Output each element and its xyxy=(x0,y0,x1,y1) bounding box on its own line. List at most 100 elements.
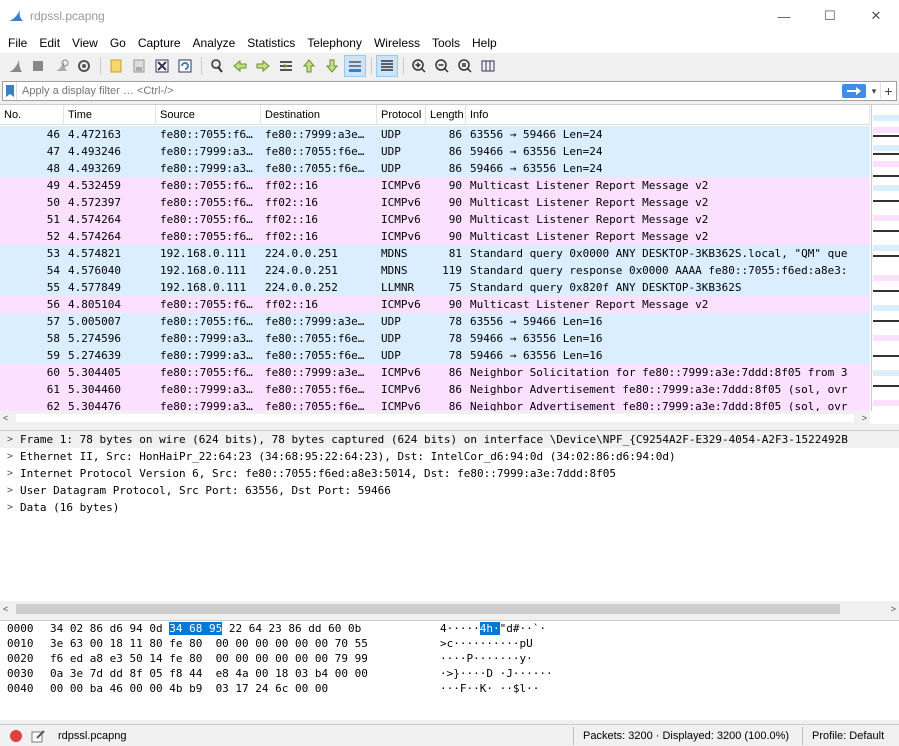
scroll-left-icon[interactable]: < xyxy=(3,604,8,614)
menu-analyze[interactable]: Analyze xyxy=(187,36,242,50)
status-profile[interactable]: Profile: Default xyxy=(808,730,884,742)
packet-row[interactable]: 51 4.574264 fe80::7055:f6… ff02::16 ICMPv6 90… xyxy=(0,211,870,228)
packet-cell-dst: 224.0.0.252 xyxy=(265,281,338,294)
packet-row[interactable]: 47 4.493246 fe80::7999:a3… fe80::7055:f6e… U… xyxy=(0,143,870,160)
column-info[interactable]: Info xyxy=(466,105,870,125)
byte-line[interactable]: 0000 34 02 86 d6 94 0d 34 68 95 22 64 23 … xyxy=(0,621,899,636)
packet-row[interactable]: 48 4.493269 fe80::7999:a3… fe80::7055:f6e… U… xyxy=(0,160,870,177)
save-file-icon[interactable] xyxy=(128,55,150,77)
packet-row[interactable]: 57 5.005007 fe80::7055:f6… fe80::7999:a3e… U… xyxy=(0,313,870,330)
zoom-in-icon[interactable] xyxy=(408,55,430,77)
detail-data[interactable]: > Data (16 bytes) xyxy=(0,499,899,516)
detail-udp[interactable]: > User Datagram Protocol, Src Port: 63556… xyxy=(0,482,899,499)
filter-bookmark-icon[interactable] xyxy=(3,82,17,100)
detail-ipv6[interactable]: > Internet Protocol Version 6, Src: fe80:… xyxy=(0,465,899,482)
packet-cell-dst: fe80::7055:f6e… xyxy=(265,162,365,175)
scroll-thumb[interactable] xyxy=(16,604,840,614)
packet-row[interactable]: 46 4.472163 fe80::7055:f6… fe80::7999:a3e… U… xyxy=(0,126,870,143)
expert-info-icon[interactable] xyxy=(10,729,22,742)
expand-icon[interactable]: > xyxy=(0,431,20,448)
hex-pre: f6 ed a8 e3 50 14 fe 80 00 00 00 00 00 0… xyxy=(50,652,368,665)
packet-cell-len: 78 xyxy=(448,349,462,362)
byte-line[interactable]: 0040 00 00 ba 46 00 00 4b b9 03 17 24 6c … xyxy=(0,681,899,696)
packet-row[interactable]: 62 5.304476 fe80::7999:a3… fe80::7055:f6e… I… xyxy=(0,398,870,411)
menu-telephony[interactable]: Telephony xyxy=(301,36,368,50)
packet-row[interactable]: 55 4.577849 192.168.0.111 224.0.0.252 LLMNR 7… xyxy=(0,279,870,296)
scroll-right-icon[interactable]: > xyxy=(891,604,896,614)
scroll-thumb[interactable] xyxy=(16,414,854,422)
go-forward-icon[interactable] xyxy=(252,55,274,77)
expand-icon[interactable]: > xyxy=(0,465,20,482)
column-destination[interactable]: Destination xyxy=(261,105,377,125)
packet-cell-info: 59466 → 63556 Len=24 xyxy=(470,145,603,158)
expand-icon[interactable]: > xyxy=(0,482,20,499)
packet-row[interactable]: 60 5.304405 fe80::7055:f6… fe80::7999:a3e… I… xyxy=(0,364,870,381)
zoom-out-icon[interactable] xyxy=(431,55,453,77)
byte-line[interactable]: 0020 f6 ed a8 e3 50 14 fe 80 00 00 00 00 … xyxy=(0,651,899,666)
packet-row[interactable]: 61 5.304460 fe80::7999:a3… fe80::7055:f6e… I… xyxy=(0,381,870,398)
packet-row[interactable]: 53 4.574821 192.168.0.111 224.0.0.251 MDNS 81… xyxy=(0,245,870,262)
hex-bytes: 00 00 ba 46 00 00 4b b9 03 17 24 6c 00 0… xyxy=(40,681,440,696)
close-window-button[interactable]: ✕ xyxy=(853,0,899,32)
last-packet-icon[interactable] xyxy=(321,55,343,77)
menu-tools[interactable]: Tools xyxy=(426,36,466,50)
go-to-packet-icon[interactable] xyxy=(275,55,297,77)
open-file-icon[interactable] xyxy=(105,55,127,77)
first-packet-icon[interactable] xyxy=(298,55,320,77)
menu-capture[interactable]: Capture xyxy=(132,36,187,50)
minimize-button[interactable]: — xyxy=(761,0,807,32)
packet-row[interactable]: 49 4.532459 fe80::7055:f6… ff02::16 ICMPv6 90… xyxy=(0,177,870,194)
menu-edit[interactable]: Edit xyxy=(33,36,66,50)
packet-row[interactable]: 56 4.805104 fe80::7055:f6… ff02::16 ICMPv6 90… xyxy=(0,296,870,313)
packet-row[interactable]: 58 5.274596 fe80::7999:a3… fe80::7055:f6e… U… xyxy=(0,330,870,347)
restart-icon[interactable] xyxy=(50,55,72,77)
packet-list-hscrollbar[interactable]: < > xyxy=(0,411,870,425)
reload-icon[interactable] xyxy=(174,55,196,77)
detail-frame[interactable]: > Frame 1: 78 bytes on wire (624 bits), 7… xyxy=(0,431,899,448)
column-protocol[interactable]: Protocol xyxy=(377,105,426,125)
add-filter-button[interactable]: + xyxy=(880,83,896,99)
column-length[interactable]: Length xyxy=(426,105,466,125)
filter-history-dropdown[interactable]: ▾ xyxy=(868,86,880,97)
menu-help[interactable]: Help xyxy=(466,36,503,50)
packet-row[interactable]: 59 5.274639 fe80::7999:a3… fe80::7055:f6e… U… xyxy=(0,347,870,364)
expand-icon[interactable]: > xyxy=(0,448,20,465)
menu-file[interactable]: File xyxy=(2,36,33,50)
autoscroll-icon[interactable] xyxy=(344,55,366,77)
go-back-icon[interactable] xyxy=(229,55,251,77)
apply-filter-arrow-icon[interactable] xyxy=(842,84,866,98)
column-time[interactable]: Time xyxy=(64,105,156,125)
find-icon[interactable] xyxy=(206,55,228,77)
packet-minimap[interactable] xyxy=(871,105,899,411)
column-source[interactable]: Source xyxy=(156,105,261,125)
menu-statistics[interactable]: Statistics xyxy=(241,36,301,50)
colorize-icon[interactable] xyxy=(376,55,398,77)
byte-line[interactable]: 0010 3e 63 00 18 11 80 fe 80 00 00 00 00 … xyxy=(0,636,899,651)
byte-line[interactable]: 0030 0a 3e 7d dd 8f 05 f8 44 e8 4a 00 18 … xyxy=(0,666,899,681)
expand-icon[interactable]: > xyxy=(0,499,20,516)
stop-icon[interactable] xyxy=(27,55,49,77)
column-no[interactable]: No. xyxy=(0,105,64,125)
packet-cell-dst: fe80::7999:a3e… xyxy=(265,315,365,328)
menu-wireless[interactable]: Wireless xyxy=(368,36,426,50)
close-file-icon[interactable] xyxy=(151,55,173,77)
scroll-right-icon[interactable]: > xyxy=(862,413,867,423)
packet-cell-info: Multicast Listener Report Message v2 xyxy=(470,213,709,226)
packet-cell-src: fe80::7055:f6… xyxy=(160,230,253,243)
details-hscrollbar[interactable]: < > xyxy=(0,601,899,617)
options-gear-icon[interactable] xyxy=(73,55,95,77)
packet-row[interactable]: 54 4.576040 192.168.0.111 224.0.0.251 MDNS 11… xyxy=(0,262,870,279)
packet-row[interactable]: 52 4.574264 fe80::7055:f6… ff02::16 ICMPv6 90… xyxy=(0,228,870,245)
menu-go[interactable]: Go xyxy=(104,36,132,50)
shark-fin-start-icon[interactable] xyxy=(4,55,26,77)
packet-cell-time: 4.472163 xyxy=(68,128,121,141)
packet-row[interactable]: 50 4.572397 fe80::7055:f6… ff02::16 ICMPv6 90… xyxy=(0,194,870,211)
scroll-left-icon[interactable]: < xyxy=(3,413,8,423)
display-filter-input[interactable] xyxy=(17,82,842,100)
capture-comment-icon[interactable] xyxy=(30,728,46,744)
detail-ethernet[interactable]: > Ethernet II, Src: HonHaiPr_22:64:23 (34… xyxy=(0,448,899,465)
menu-view[interactable]: View xyxy=(66,36,104,50)
zoom-normal-icon[interactable] xyxy=(454,55,476,77)
maximize-button[interactable]: ☐ xyxy=(807,0,853,32)
resize-columns-icon[interactable] xyxy=(477,55,499,77)
